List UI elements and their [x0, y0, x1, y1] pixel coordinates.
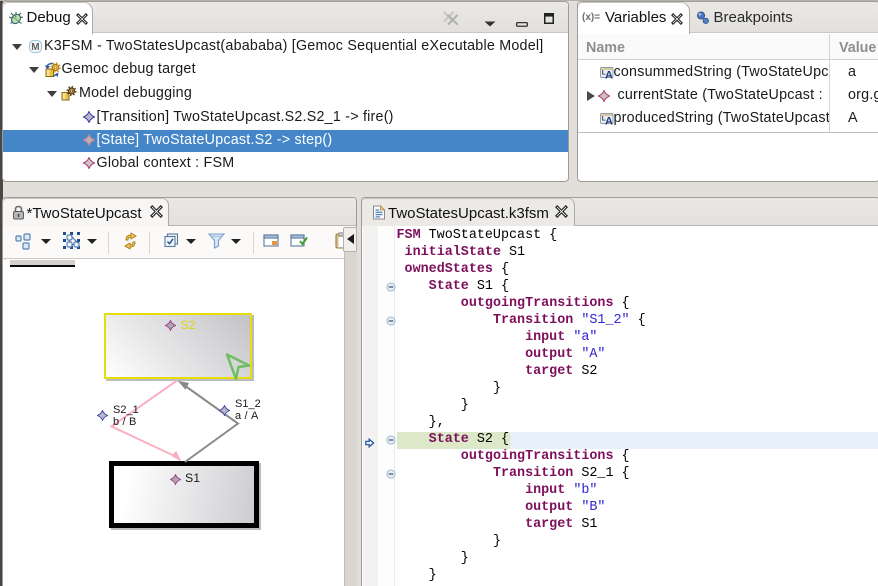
svg-text:A: A: [605, 115, 613, 126]
svg-text:A: A: [605, 69, 613, 80]
svg-text:M: M: [31, 42, 40, 53]
